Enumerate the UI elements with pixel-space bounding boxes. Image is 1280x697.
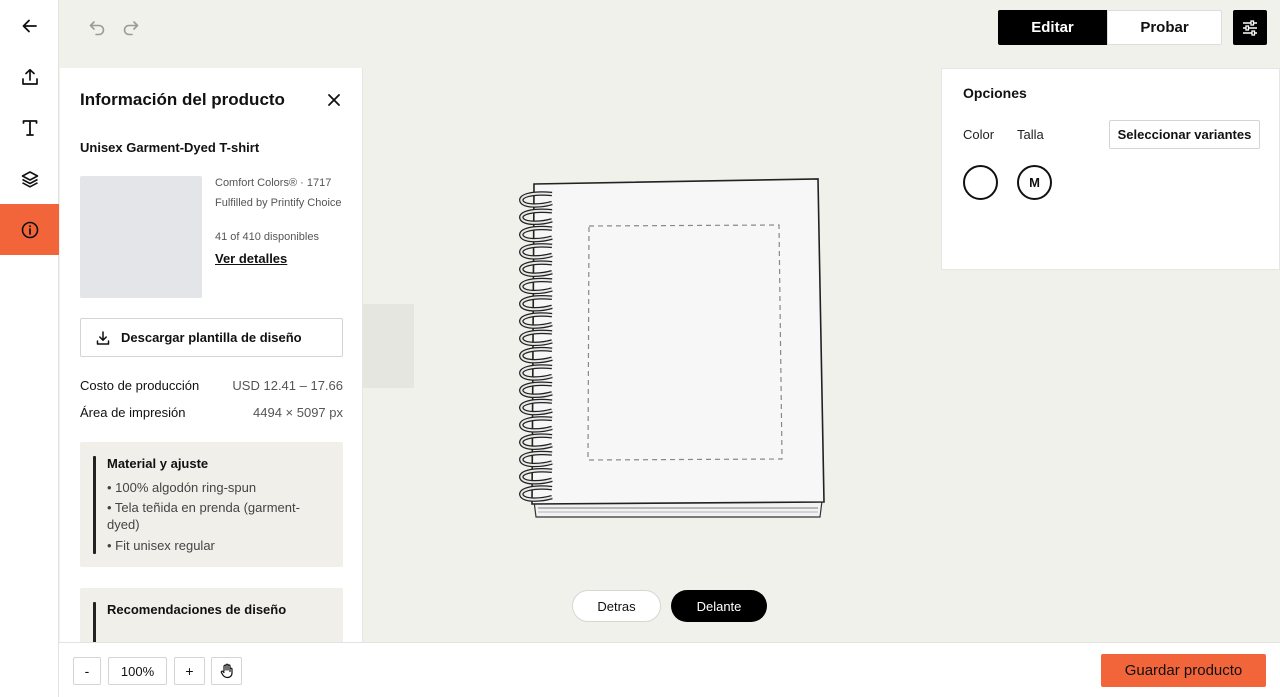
text-icon	[22, 119, 37, 136]
color-label: Color	[963, 127, 995, 142]
close-icon[interactable]	[326, 92, 342, 108]
back-arrow-icon	[22, 19, 37, 32]
card-accent-bar	[93, 602, 96, 642]
back-button[interactable]	[0, 0, 59, 51]
info-icon	[21, 221, 38, 238]
product-thumbnail	[80, 176, 202, 298]
spec-row-print-area: Área de impresión 4494 × 5097 px	[80, 405, 343, 420]
text-tool-button[interactable]	[0, 102, 59, 153]
zoom-out-button[interactable]: -	[73, 657, 101, 685]
canvas-placeholder	[363, 304, 414, 388]
download-template-button[interactable]: Descargar plantilla de diseño	[80, 318, 343, 357]
hand-icon	[220, 663, 233, 679]
upload-icon	[21, 68, 38, 85]
download-template-label: Descargar plantilla de diseño	[121, 330, 302, 345]
size-option-m[interactable]: M	[1017, 165, 1052, 200]
spec-row-cost: Costo de producción USD 12.41 – 17.66	[80, 378, 343, 393]
save-product-button[interactable]: Guardar producto	[1101, 654, 1266, 687]
layers-icon	[21, 170, 38, 188]
download-icon	[96, 330, 110, 345]
layers-button[interactable]	[0, 153, 59, 204]
bottom-bar: - 100% + Guardar producto	[59, 642, 1280, 697]
list-item: • Fit unisex regular	[107, 538, 215, 553]
settings-button[interactable]	[1233, 10, 1267, 45]
product-info-panel: Información del producto Unisex Garment-…	[60, 68, 363, 642]
card-accent-bar	[93, 456, 96, 554]
design-card-title: Recomendaciones de diseño	[107, 602, 287, 617]
product-availability: 41 of 410 disponibles	[215, 231, 319, 243]
upload-button[interactable]	[0, 51, 59, 102]
product-info-button[interactable]	[0, 204, 59, 255]
material-card: Material y ajuste • 100% algodón ring-sp…	[80, 442, 343, 567]
spec-label: Costo de producción	[80, 378, 200, 393]
back-side-button[interactable]: Detras	[572, 590, 661, 622]
spec-value: USD 12.41 – 17.66	[232, 378, 343, 393]
view-details-link[interactable]: Ver detalles	[215, 251, 287, 266]
options-panel: Opciones Color Talla Seleccionar variant…	[941, 68, 1280, 270]
undo-icon[interactable]	[87, 17, 107, 37]
redo-icon[interactable]	[121, 17, 141, 37]
material-card-title: Material y ajuste	[107, 456, 209, 471]
zoom-level[interactable]: 100%	[108, 657, 167, 685]
pan-tool-button[interactable]	[211, 657, 242, 685]
spiral-notebook-mockup[interactable]	[512, 174, 832, 522]
spec-label: Área de impresión	[80, 405, 186, 420]
zoom-in-button[interactable]: +	[174, 657, 205, 685]
product-brand: Comfort Colors® · 1717	[215, 177, 332, 189]
options-title: Opciones	[963, 85, 1027, 101]
product-fulfillment: Fulfilled by Printify Choice	[215, 197, 342, 209]
product-name: Unisex Garment-Dyed T-shirt	[80, 140, 260, 155]
design-card: Recomendaciones de diseño	[80, 588, 343, 642]
front-side-button[interactable]: Delante	[671, 590, 767, 622]
spec-value: 4494 × 5097 px	[253, 405, 343, 420]
test-mode-button[interactable]: Probar	[1107, 10, 1222, 45]
sliders-icon	[1243, 19, 1257, 36]
size-label: Talla	[1017, 127, 1044, 142]
color-swatch-white[interactable]	[963, 165, 998, 200]
edit-mode-button[interactable]: Editar	[998, 10, 1107, 45]
list-item: • 100% algodón ring-spun	[107, 480, 257, 495]
select-variants-button[interactable]: Seleccionar variantes	[1109, 120, 1260, 149]
list-item: • Tela teñida en prenda (garment-dyed)	[107, 500, 300, 532]
panel-title: Información del producto	[80, 90, 285, 109]
left-rail	[0, 0, 59, 697]
